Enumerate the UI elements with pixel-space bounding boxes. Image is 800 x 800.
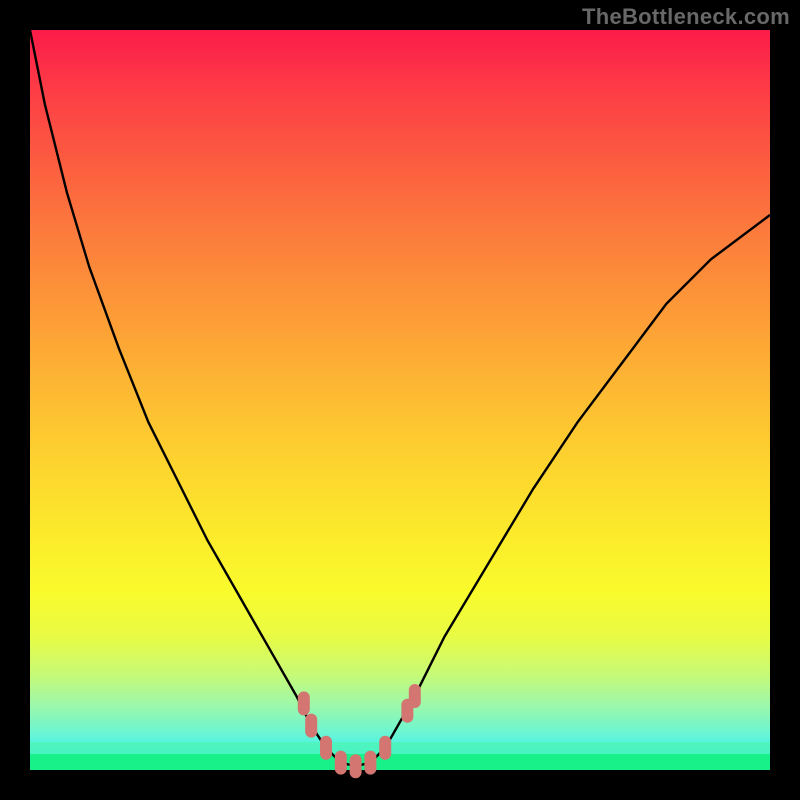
highlight-marker bbox=[379, 736, 391, 760]
plot-area bbox=[30, 30, 770, 770]
highlight-marker bbox=[335, 751, 347, 775]
watermark-text: TheBottleneck.com bbox=[582, 4, 790, 30]
chart-svg bbox=[30, 30, 770, 770]
optimal-zone-strip bbox=[30, 754, 770, 770]
highlight-marker bbox=[320, 736, 332, 760]
highlight-marker bbox=[305, 714, 317, 738]
highlight-marker bbox=[298, 691, 310, 715]
highlight-marker bbox=[364, 751, 376, 775]
highlight-marker bbox=[350, 754, 362, 778]
optimal-zone-fade bbox=[30, 742, 770, 754]
highlight-marker bbox=[409, 684, 421, 708]
chart-frame: TheBottleneck.com bbox=[0, 0, 800, 800]
bottleneck-curve bbox=[30, 30, 770, 766]
